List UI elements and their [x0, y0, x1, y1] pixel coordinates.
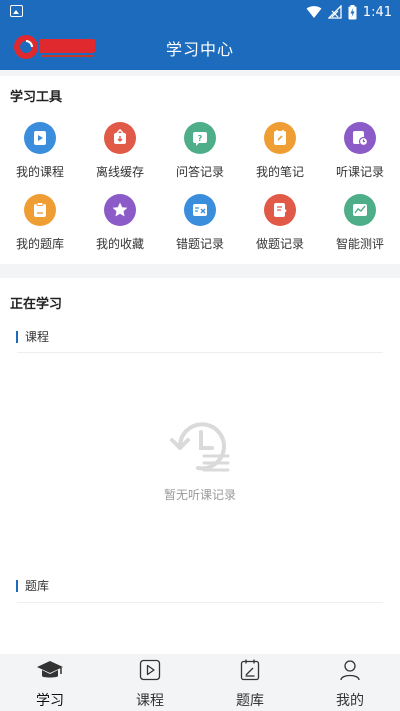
- tool-label: 我的课程: [15, 165, 64, 179]
- nav-tab-question-bank[interactable]: 题库: [200, 654, 300, 711]
- star-icon: [104, 194, 136, 226]
- question-icon: ?: [184, 122, 216, 154]
- tool-label: 做题记录: [255, 237, 304, 251]
- graduation-cap-icon: [0, 654, 100, 682]
- question-bank-section-label: 题库: [25, 579, 50, 593]
- app-bar: 学习中心: [0, 24, 400, 70]
- currently-learning-title: 正在学习: [10, 297, 63, 312]
- tool-my-favorites[interactable]: 我的收藏: [80, 194, 160, 252]
- nav-label: 我的: [336, 693, 364, 709]
- no-signal-icon: [327, 5, 342, 19]
- wifi-icon: [306, 6, 322, 18]
- tool-label: 我的题库: [15, 237, 64, 251]
- tool-label: 听课记录: [335, 165, 384, 179]
- edit-icon: [264, 194, 296, 226]
- play-icon: [24, 122, 56, 154]
- empty-state: 暂无听课记录: [0, 420, 400, 503]
- nav-label: 题库: [236, 693, 264, 709]
- tool-practice-records[interactable]: 做题记录: [240, 194, 320, 252]
- tool-label: 我的笔记: [255, 165, 304, 179]
- divider: [17, 352, 383, 353]
- tool-wrong-records[interactable]: 错题记录: [160, 194, 240, 252]
- tool-label: 智能测评: [335, 237, 384, 251]
- question-bank-section-header: 题库: [16, 577, 49, 594]
- nav-label: 课程: [136, 693, 164, 709]
- wrong-icon: [184, 194, 216, 226]
- tool-qa-records[interactable]: ? 问答记录: [160, 122, 240, 180]
- page-title: 学习中心: [165, 40, 234, 59]
- tool-listening-records[interactable]: 听课记录: [320, 122, 400, 180]
- nav-tab-mine[interactable]: 我的: [300, 654, 400, 711]
- status-time: 1:41: [362, 4, 392, 20]
- note-icon: [264, 122, 296, 154]
- nav-label: 学习: [36, 693, 64, 709]
- learning-tools-title: 学习工具: [10, 90, 63, 105]
- divider: [17, 602, 383, 603]
- status-icons: 1:41: [306, 3, 392, 21]
- tool-label: 我的收藏: [95, 237, 144, 251]
- tool-my-courses[interactable]: 我的课程: [0, 122, 80, 180]
- bottom-navigation: 学习 课程 题库 我的: [0, 654, 400, 711]
- nav-tab-courses[interactable]: 课程: [100, 654, 200, 711]
- empty-history-icon: [170, 422, 230, 472]
- exam-icon: [200, 654, 300, 682]
- learning-tools-card: 学习工具 我的课程 离线缓存 ? 问答记录 我的笔记 听课记录 我的题库 我的收…: [0, 76, 400, 264]
- nav-tab-study[interactable]: 学习: [0, 654, 100, 711]
- video-icon: [100, 654, 200, 682]
- section-accent-bar: [16, 579, 18, 592]
- chart-icon: [344, 194, 376, 226]
- status-bar: 1:41: [0, 0, 400, 24]
- battery-charging-icon: [348, 4, 357, 19]
- section-accent-bar: [16, 330, 18, 343]
- clipboard-icon: [24, 194, 56, 226]
- tool-offline-cache[interactable]: 离线缓存: [80, 122, 160, 180]
- tool-my-question-bank[interactable]: 我的题库: [0, 194, 80, 252]
- course-section-header: 课程: [16, 328, 49, 345]
- tool-my-notes[interactable]: 我的笔记: [240, 122, 320, 180]
- tool-smart-assessment[interactable]: 智能测评: [320, 194, 400, 252]
- course-section-label: 课程: [25, 330, 50, 344]
- image-notification-icon: [10, 5, 23, 17]
- currently-learning-card: 正在学习 课程 暂无听课记录 题库: [0, 278, 400, 654]
- person-icon: [300, 654, 400, 682]
- tool-label: 错题记录: [175, 237, 224, 251]
- tool-label: 问答记录: [175, 165, 224, 179]
- svg-text:?: ?: [198, 134, 203, 143]
- tool-label: 离线缓存: [95, 165, 144, 179]
- history-icon: [344, 122, 376, 154]
- download-icon: [104, 122, 136, 154]
- empty-state-text: 暂无听课记录: [163, 488, 236, 502]
